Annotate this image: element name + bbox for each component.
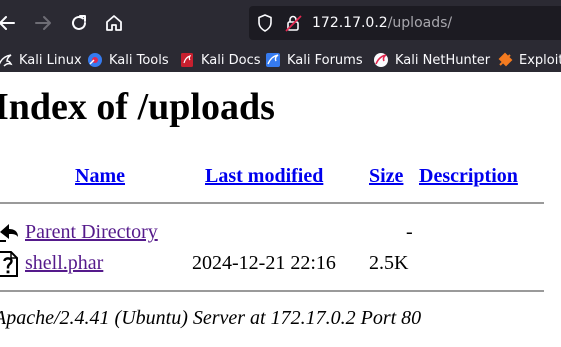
file-last-modified: 2024-12-21 22:16 — [192, 252, 336, 274]
column-header-name[interactable]: Name — [75, 164, 125, 188]
bookmark-kali-linux[interactable]: Kali Linux — [0, 48, 82, 72]
kali-tools-icon — [88, 53, 102, 67]
file-size: 2.5K — [369, 252, 409, 274]
bookmark-exploit-db[interactable]: Exploit- — [497, 48, 561, 72]
bookmark-label: Kali Forums — [287, 52, 363, 68]
bookmark-label: Exploit- — [519, 52, 561, 68]
lock-warning-icon[interactable] — [285, 14, 303, 32]
bookmark-label: Kali Docs — [201, 52, 261, 68]
bookmark-kali-nethunter[interactable]: Kali NetHunter — [373, 48, 490, 72]
column-header-last-modified[interactable]: Last modified — [205, 164, 323, 188]
kali-docs-icon — [181, 53, 193, 67]
kali-dragon-icon — [0, 54, 13, 67]
url-bar[interactable]: 172.17.0.2/uploads/ — [249, 6, 561, 40]
kali-nethunter-icon — [374, 53, 388, 67]
parent-directory-link[interactable]: Parent Directory — [25, 220, 158, 244]
bookmark-kali-tools[interactable]: Kali Tools — [87, 48, 169, 72]
browser-toolbar: 172.17.0.2/uploads/ — [0, 0, 561, 48]
bookmark-kali-docs[interactable]: Kali Docs — [179, 48, 261, 72]
server-signature: Apache/2.4.41 (Ubuntu) Server at 172.17.… — [0, 307, 422, 329]
home-button[interactable] — [99, 8, 129, 38]
column-header-size[interactable]: Size — [369, 164, 403, 188]
unknown-file-icon — [0, 251, 18, 277]
url-path: /uploads/ — [387, 15, 453, 31]
url-text[interactable]: 172.17.0.2/uploads/ — [312, 13, 452, 33]
bookmark-label: Kali Tools — [109, 52, 169, 68]
forward-button[interactable] — [28, 8, 58, 38]
parent-directory-size: - — [406, 221, 413, 243]
divider-bottom — [0, 290, 544, 292]
exploit-db-icon — [498, 52, 513, 67]
back-button[interactable] — [0, 8, 22, 38]
bookmark-label: Kali NetHunter — [395, 52, 491, 68]
bookmark-label: Kali Linux — [19, 52, 82, 68]
page-title: Index of /uploads — [0, 86, 275, 128]
page-content: Index of /uploads Name Last modified Siz… — [0, 72, 561, 347]
kali-forums-icon — [266, 53, 280, 67]
reload-icon — [72, 15, 86, 30]
divider-top — [0, 202, 544, 204]
column-header-description[interactable]: Description — [419, 164, 518, 188]
reload-button[interactable] — [64, 8, 94, 38]
bookmark-kali-forums[interactable]: Kali Forums — [265, 48, 363, 72]
url-host: 172.17.0.2 — [312, 15, 388, 31]
file-link-shell-phar[interactable]: shell.phar — [25, 251, 103, 275]
bookmarks-bar: Kali Linux Kali Tools Kali Docs Kali For… — [0, 48, 561, 72]
home-icon — [106, 15, 122, 31]
back-arrow-icon — [0, 16, 15, 30]
back-folder-icon — [0, 224, 18, 242]
forward-arrow-icon — [35, 16, 51, 30]
shield-icon[interactable] — [257, 14, 273, 32]
